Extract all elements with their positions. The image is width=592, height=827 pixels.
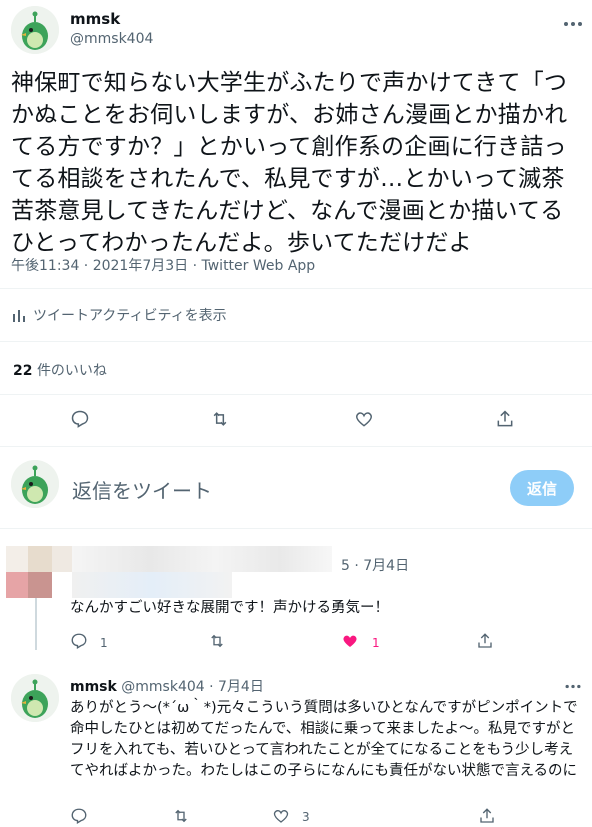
bird-avatar-image (11, 6, 59, 54)
like-icon[interactable] (352, 407, 376, 431)
reply-date[interactable]: 5 · 7月4日 (341, 555, 409, 575)
my-avatar[interactable] (11, 460, 59, 508)
blurred-author-area (0, 540, 340, 600)
author-avatar[interactable] (11, 674, 59, 722)
author-name[interactable]: mmsk (70, 10, 120, 28)
retweet-icon[interactable] (206, 630, 228, 652)
likes-label: 件のいいね (36, 363, 107, 379)
author-handle-date: @mmsk404 · 7月4日 (121, 679, 264, 695)
likes-summary[interactable]: 22 件のいいね (13, 360, 107, 380)
divider (0, 528, 592, 529)
like-count: 1 (372, 636, 380, 650)
reply-icon[interactable] (68, 630, 90, 652)
author-name: mmsk (70, 679, 117, 695)
tweet-text: 神保町で知らない大学生がふたりで声かけてきて「つかぬことをお伺いしますが、お姉さ… (11, 70, 568, 256)
reply-icon[interactable] (68, 806, 90, 826)
reply-text: ありがとう～(*´ω｀*)元々こういう質問は多いひとなんですがピンポイントで命中… (70, 700, 578, 779)
tweet-activity-link[interactable]: ツイートアクティビティを表示 (11, 305, 227, 325)
reply-author[interactable]: mmsk @mmsk404 · 7月4日 (70, 676, 264, 696)
retweet-icon[interactable] (208, 407, 232, 431)
reply-icon[interactable] (68, 407, 92, 431)
likes-count: 22 (13, 363, 33, 379)
author-avatar[interactable] (11, 6, 59, 54)
bird-avatar-image (11, 460, 59, 508)
liked-heart-icon[interactable] (339, 630, 361, 652)
divider (0, 341, 592, 342)
divider (0, 446, 592, 447)
reply-text: なんかすごい好きな展開です！声かける勇気ー！ (70, 600, 389, 616)
thread-line (35, 598, 37, 650)
author-handle[interactable]: @mmsk404 (70, 31, 153, 47)
divider (0, 394, 592, 395)
more-icon[interactable] (561, 676, 585, 696)
reply-submit-button[interactable]: 返信 (510, 470, 574, 506)
retweet-icon[interactable] (170, 806, 192, 826)
share-icon[interactable] (476, 806, 498, 826)
divider (0, 288, 592, 289)
like-icon[interactable] (270, 806, 292, 826)
bird-avatar-image (11, 674, 59, 722)
tweet-timestamp[interactable]: 午後11:34 · 2021年7月3日 · Twitter Web App (11, 255, 315, 275)
share-icon[interactable] (474, 630, 496, 652)
reply-compose-input[interactable]: 返信をツイート (72, 475, 212, 504)
activity-label: ツイートアクティビティを表示 (33, 308, 227, 324)
bar-chart-icon (11, 307, 27, 323)
share-icon[interactable] (493, 407, 517, 431)
more-icon[interactable] (561, 12, 585, 36)
reply-count: 1 (100, 636, 108, 650)
like-count: 3 (302, 810, 310, 824)
